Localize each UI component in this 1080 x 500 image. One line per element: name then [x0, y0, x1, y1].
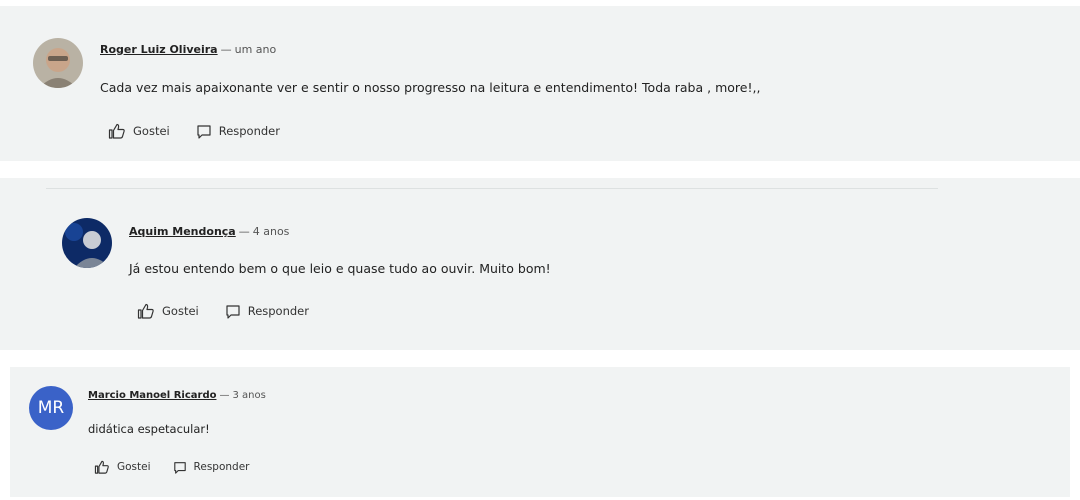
thumbs-up-icon [94, 460, 109, 474]
comment-actions: Gostei Responder [137, 303, 309, 319]
meta-separator: — [220, 43, 232, 56]
comment-text: Cada vez mais apaixonante ver e sentir o… [100, 80, 761, 95]
user-photo-icon [33, 38, 83, 88]
thumbs-up-icon [137, 303, 154, 319]
comment-time: 3 anos [232, 390, 266, 401]
reply-label: Responder [193, 461, 250, 473]
reply-button[interactable]: Responder [196, 124, 280, 139]
speech-bubble-icon [226, 304, 240, 319]
comment-meta: Roger Luiz Oliveira — um ano [100, 43, 276, 56]
comment-card: Roger Luiz Oliveira — um ano Cada vez mais… [0, 6, 1080, 161]
like-button[interactable]: Gostei [108, 123, 170, 139]
speech-bubble-icon [173, 461, 186, 474]
comment-meta: Aquim Mendonça —4 anos [129, 225, 289, 238]
comment-meta: Marcio Manoel Ricardo —3 anos [88, 390, 266, 401]
speech-bubble-icon [197, 124, 211, 139]
initials-avatar[interactable]: MR [29, 386, 73, 430]
like-label: Gostei [133, 124, 170, 138]
like-label: Gostei [162, 304, 199, 318]
comment-time: um ano [234, 43, 277, 56]
comment-card: MR Marcio Manoel Ricardo —3 anos didática… [10, 367, 1070, 497]
reply-label: Responder [247, 304, 309, 318]
comment-card: Aquim Mendonça —4 anos Já estou entendo b… [0, 178, 1080, 350]
avatar-initials: MR [37, 398, 65, 418]
comment-time: 4 anos [252, 225, 290, 238]
reply-button[interactable]: Responder [173, 461, 250, 474]
reply-button[interactable]: Responder [225, 304, 309, 319]
like-button[interactable]: Gostei [94, 460, 151, 474]
thumbs-up-icon [108, 123, 125, 139]
comment-actions: Gostei Responder [94, 460, 249, 474]
user-avatar[interactable] [33, 38, 83, 88]
comment-text: didática espetacular! [88, 422, 210, 436]
author-name-link[interactable]: Aquim Mendonça [129, 225, 236, 238]
comment-text: Já estou entendo bem o que leio e quase … [129, 261, 551, 276]
reply-label: Responder [218, 124, 280, 138]
meta-separator: — [238, 225, 250, 238]
user-photo-icon [62, 218, 112, 268]
author-name-link[interactable]: Marcio Manoel Ricardo [88, 390, 216, 401]
like-button[interactable]: Gostei [137, 303, 199, 319]
reply-divider [46, 188, 938, 189]
like-label: Gostei [117, 461, 151, 473]
meta-separator: — [219, 390, 230, 401]
comment-actions: Gostei Responder [108, 123, 280, 139]
user-avatar[interactable] [62, 218, 112, 268]
author-name-link[interactable]: Roger Luiz Oliveira [100, 43, 218, 56]
